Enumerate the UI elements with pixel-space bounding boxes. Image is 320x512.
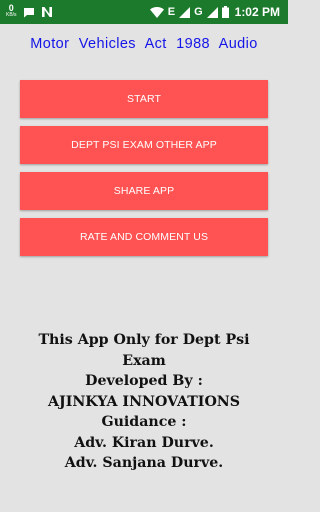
guide-name: Adv. Sanjana Durve. — [64, 455, 224, 471]
battery-icon — [221, 6, 229, 18]
guide-name: Adv. Kiran Durve. — [74, 434, 214, 451]
net-speed-unit: KB/s — [6, 12, 17, 18]
wifi-icon — [149, 6, 164, 18]
info-line: Guidance : — [101, 414, 187, 430]
sms-icon — [23, 7, 35, 18]
app-info-text: This App Only for Dept Psi Exam Develope… — [0, 330, 288, 474]
net-speed-value: 0 — [8, 3, 14, 13]
net-speed-indicator: 0 KB/s — [6, 3, 17, 19]
signal-icon — [179, 6, 191, 18]
network-type-e: E — [167, 6, 176, 18]
share-app-button[interactable]: SHARE APP — [20, 172, 268, 210]
info-line: Developed By : — [85, 373, 203, 389]
signal-icon-2 — [206, 6, 218, 18]
start-button[interactable]: START — [20, 80, 268, 118]
dept-psi-exam-other-app-button[interactable]: DEPT PSI EXAM OTHER APP — [20, 126, 268, 164]
info-line: This App Only for Dept Psi — [38, 332, 250, 348]
clock: 1:02 PM — [234, 5, 280, 19]
rate-and-comment-button[interactable]: RATE AND COMMENT US — [20, 218, 268, 256]
developer-name: AJINKYA INNOVATIONS — [47, 393, 241, 410]
status-bar: 0 KB/s E G 1:02 PM — [0, 0, 288, 24]
network-type-g: G — [194, 6, 203, 18]
app-title: Motor Vehicles Act 1988 Audio — [30, 36, 258, 52]
notification-n-icon — [41, 6, 53, 18]
info-line: Exam — [122, 352, 166, 369]
